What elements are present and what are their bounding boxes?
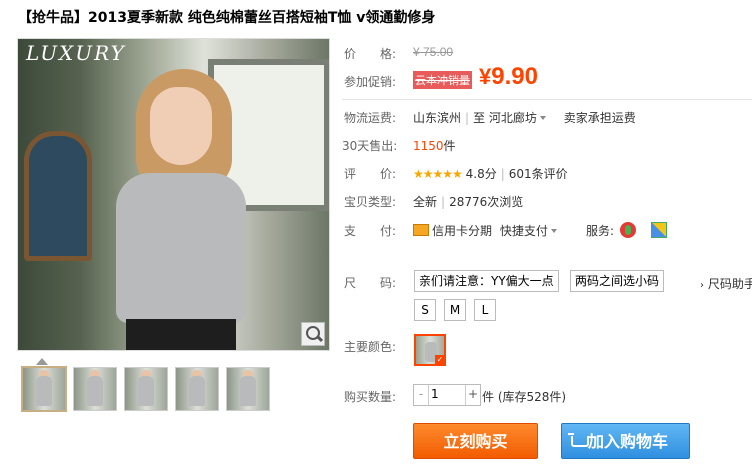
size-helper[interactable]: › 尺码助手 — [700, 275, 752, 292]
shipping-to[interactable]: 河北廊坊 — [489, 111, 537, 125]
seven-day-return-icon[interactable] — [651, 222, 667, 238]
chevron-down-icon[interactable] — [539, 116, 546, 120]
size-option-l[interactable]: L — [474, 299, 496, 321]
original-price: ¥ 75.00 — [413, 45, 454, 59]
color-swatch-gray[interactable]: ✓ — [414, 334, 446, 366]
promo-currency: ¥ — [479, 64, 492, 89]
guarantee-icon[interactable] — [620, 222, 636, 238]
thumb-selected-caret-icon — [36, 358, 48, 365]
quick-pay-link[interactable]: 快捷支付 — [500, 224, 548, 238]
sales-info: 1150件 — [413, 137, 456, 154]
shipping-to-label: 至 — [473, 111, 486, 125]
product-main-image[interactable]: LUXURY — [17, 38, 330, 351]
rating-reviews[interactable]: 601条评价 — [509, 167, 568, 181]
image-logo: LUXURY — [26, 41, 126, 65]
promo-value: 9.90 — [491, 63, 538, 90]
size-option-s[interactable]: S — [414, 299, 436, 321]
service-label: 服务: — [586, 224, 615, 238]
thumbnail-4[interactable] — [175, 367, 219, 411]
thumbnail-3[interactable] — [124, 367, 168, 411]
photo-model — [106, 69, 256, 350]
sales-count: 1150 — [413, 139, 444, 153]
shipping-info: 山东滨州 | 至 河北廊坊 卖家承担运费 — [413, 111, 636, 125]
photo-board — [24, 131, 92, 261]
rating-label: 评 价: — [344, 167, 397, 181]
quantity-minus-button[interactable]: - — [414, 385, 429, 405]
star-rating-icon: ★★★★★ — [413, 167, 463, 181]
shipping-from: 山东滨州 — [413, 111, 462, 125]
size-label: 尺 码: — [344, 276, 397, 290]
payment-label: 支 付: — [344, 224, 397, 238]
quantity-unit: 件 — [482, 390, 495, 404]
chevron-down-icon[interactable] — [550, 229, 557, 233]
buy-now-button[interactable]: 立刻购买 — [413, 423, 538, 459]
stock-count: (库存528件) — [497, 390, 567, 404]
credit-card-icon — [413, 224, 429, 236]
check-icon: ✓ — [435, 355, 445, 365]
item-condition: 全新 — [413, 195, 438, 209]
size-helper-label[interactable]: 尺码助手 — [708, 277, 752, 291]
installment-link[interactable]: 信用卡分期 — [432, 224, 492, 238]
rating-info: ★★★★★ 4.8分 | 601条评价 — [413, 167, 568, 181]
size-note-secondary[interactable]: 两码之间选小码 — [570, 270, 665, 292]
quantity-stepper[interactable]: - + — [413, 384, 481, 406]
add-to-cart-label: 加入购物车 — [588, 432, 669, 451]
stock-info: 件 (库存528件) — [482, 388, 566, 405]
item-type-info: 全新 | 28776次浏览 — [413, 195, 524, 209]
quantity-label: 购买数量: — [344, 390, 397, 404]
item-views: 28776次浏览 — [449, 195, 524, 209]
thumbnail-1[interactable] — [21, 366, 67, 412]
shipping-label: 物流运费: — [344, 111, 397, 125]
thumbnail-2[interactable] — [73, 367, 117, 411]
quantity-plus-button[interactable]: + — [465, 385, 480, 405]
quantity-input[interactable] — [429, 386, 465, 402]
promo-price: ¥9.90 — [479, 63, 538, 91]
promo-label: 参加促销: — [344, 75, 397, 89]
add-to-cart-button[interactable]: 加入购物车 — [561, 423, 690, 459]
payment-info: 信用卡分期 快捷支付 — [413, 222, 557, 239]
sales-unit: 件 — [443, 139, 456, 153]
shipping-fee: 卖家承担运费 — [563, 111, 636, 125]
product-title: 【抢牛品】2013夏季新款 纯色纯棉蕾丝百搭短袖T恤 v领通勤修身 — [18, 10, 436, 26]
item-type-label: 宝贝类型: — [344, 195, 397, 209]
promo-tag: 云本冲销量 — [413, 71, 472, 89]
color-label: 主要颜色: — [344, 340, 397, 354]
rating-score: 4.8分 — [465, 167, 497, 181]
sales-label: 30天售出: — [342, 139, 398, 153]
zoom-icon[interactable] — [301, 322, 325, 346]
divider — [342, 99, 752, 100]
size-note-primary[interactable]: 亲们请注意：YY偏大一点 — [414, 270, 559, 292]
thumbnail-5[interactable] — [226, 367, 270, 411]
cart-icon — [568, 433, 589, 447]
size-option-m[interactable]: M — [444, 299, 466, 321]
price-label: 价 格: — [344, 47, 397, 61]
